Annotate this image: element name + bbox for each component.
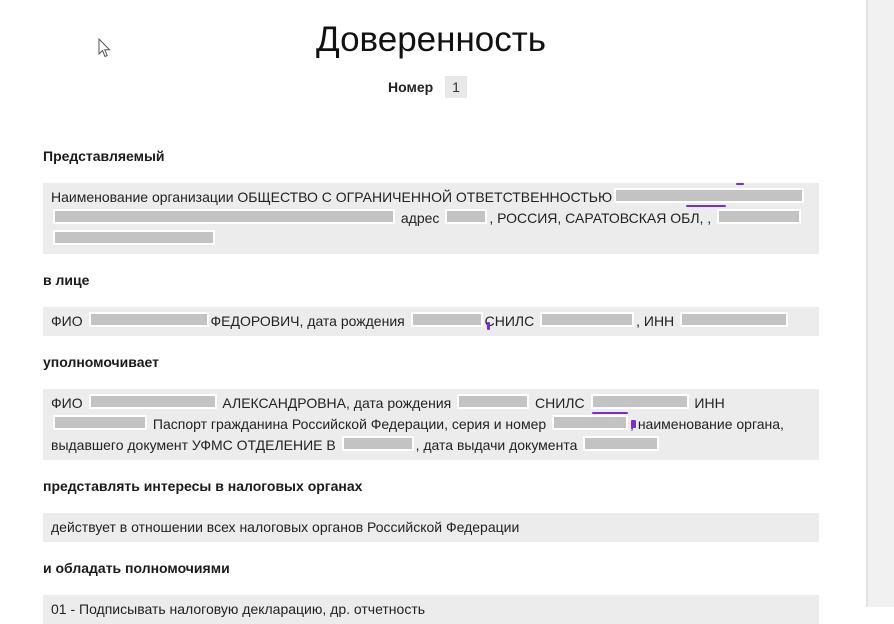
- ink-mark: [686, 205, 726, 207]
- redacted-issue-date: [583, 436, 660, 451]
- passport-label: Паспорт гражданина Российской Федерации,…: [152, 416, 547, 432]
- address-label: адрес: [400, 210, 440, 226]
- redacted-birth-date: [457, 394, 530, 409]
- ink-mark: [487, 322, 490, 330]
- document-page: Доверенность Номер 1 Представляемый Наим…: [0, 0, 866, 624]
- redacted-birth-date: [410, 312, 483, 327]
- snils-label: СНИЛС: [535, 395, 585, 411]
- section-heading-authorizes: уполномочивает: [43, 354, 159, 370]
- address-text: , РОССИЯ, САРАТОВСКАЯ ОБЛ, ,: [489, 210, 712, 226]
- scrollbar[interactable]: [866, 0, 894, 607]
- snils-label: СНИЛС: [484, 313, 535, 329]
- number-row: Номер 1: [388, 75, 467, 99]
- inn-label: ИНН: [694, 395, 725, 411]
- represented-by-box: ФИО ФЕДОРОВИЧ, дата рождения СНИЛС , ИНН: [43, 307, 819, 336]
- scrollbar-edge: [866, 0, 868, 607]
- redacted-org-name: [614, 188, 805, 203]
- section-heading-principal: Представляемый: [43, 148, 165, 164]
- redacted-org-name-cont: [53, 209, 395, 224]
- redacted-name: [88, 312, 209, 327]
- fio-label: ФИО: [51, 313, 83, 329]
- org-name-prefix: Наименование организации ОБЩЕСТВО С ОГРА…: [51, 189, 613, 205]
- section-heading-represented-by: в лице: [43, 272, 90, 288]
- ink-mark: [592, 412, 628, 414]
- redacted-inn: [680, 312, 789, 327]
- redacted-address-cont: [53, 230, 215, 245]
- tax-authorities-box: действует в отношении всех налоговых орг…: [43, 513, 819, 542]
- redacted-snils: [590, 394, 689, 409]
- section-heading-tax-authorities: представлять интересы в налоговых органа…: [43, 478, 363, 494]
- ink-mark: [736, 183, 744, 185]
- number-value: 1: [445, 76, 467, 98]
- redacted-issuer: [341, 436, 414, 451]
- fio-label: ФИО: [51, 395, 83, 411]
- issuer-label: , наименование органа,: [630, 416, 784, 432]
- powers-box: 01 - Подписывать налоговую декларацию, д…: [43, 595, 819, 624]
- redacted-snils: [540, 312, 635, 327]
- issue-date-label: , дата выдачи документа: [415, 437, 578, 453]
- patronymic-dob: АЛЕКСАНДРОВНА, дата рождения: [222, 395, 452, 411]
- redacted-passport: [552, 415, 629, 430]
- redacted-postcode: [445, 209, 488, 224]
- powers-item: 01 - Подписывать налоговую декларацию, д…: [51, 601, 426, 617]
- section-heading-powers: и обладать полномочиями: [43, 560, 230, 576]
- authorizes-box: ФИО АЛЕКСАНДРОВНА, дата рождения СНИЛС И…: [43, 389, 819, 460]
- principal-box: Наименование организации ОБЩЕСТВО С ОГРА…: [43, 183, 819, 254]
- ink-mark: [631, 420, 636, 428]
- patronymic-dob: ФЕДОРОВИЧ, дата рождения: [210, 313, 405, 329]
- document-title: Доверенность: [315, 20, 547, 59]
- issuer-text: выдавшего документ УФМС ОТДЕЛЕНИЕ В: [51, 437, 336, 453]
- redacted-inn: [53, 415, 147, 430]
- number-label: Номер: [388, 79, 434, 95]
- redacted-address: [717, 209, 802, 224]
- tax-authorities-text: действует в отношении всех налоговых орг…: [51, 519, 520, 535]
- redacted-name: [88, 394, 217, 409]
- inn-label: , ИНН: [636, 313, 675, 329]
